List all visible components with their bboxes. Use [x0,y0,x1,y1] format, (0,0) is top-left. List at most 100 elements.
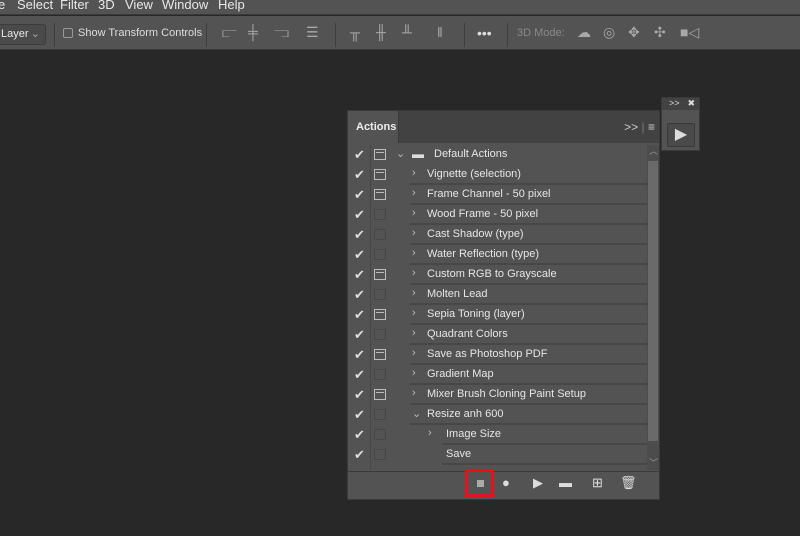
toggle-check-icon[interactable]: ✔ [354,267,368,283]
toggle-check-icon[interactable]: ✔ [354,367,368,383]
collapse-icon[interactable]: >> [624,120,638,134]
new-action-button[interactable]: ⊞ [592,475,603,491]
align-bottom-icon[interactable]: ╨ [402,24,412,40]
menu-filter[interactable]: Filter [60,0,89,12]
chevron-down-icon[interactable]: ⌄ [412,407,421,420]
dialog-toggle-icon[interactable] [374,309,386,320]
toggle-check-icon[interactable]: ✔ [354,147,368,163]
action-row[interactable]: ✔ › Vignette (selection) [350,165,647,185]
delete-button[interactable]: 🗑 [620,475,637,491]
align-vcenter-icon[interactable]: ╫ [376,24,386,40]
show-transform-label[interactable]: Show Transform Controls [78,27,202,39]
action-row[interactable]: ✔ › Water Reflection (type) [350,245,647,265]
chevron-right-icon[interactable]: › [428,427,432,439]
new-set-button[interactable]: ▬ [559,475,572,490]
menu-select[interactable]: Select [17,0,53,12]
panel-menu-icon[interactable]: ≡ [648,120,655,134]
align-hcenter-icon[interactable]: ╪ [248,24,258,40]
align-right-icon[interactable]: ⫎ [274,24,289,41]
chevron-right-icon[interactable]: › [412,167,416,179]
tab-actions[interactable]: Actions [348,111,399,143]
slide-icon[interactable]: ✣ [654,24,666,41]
align-top-icon[interactable]: ╥ [350,24,360,40]
action-row[interactable]: ✔ › Gradient Map [350,365,647,385]
chevron-right-icon[interactable]: › [412,267,416,279]
toggle-check-icon[interactable]: ✔ [354,227,368,243]
toggle-check-icon[interactable]: ✔ [354,247,368,263]
chevron-right-icon[interactable]: › [412,207,416,219]
toggle-check-icon[interactable]: ✔ [354,387,368,403]
scrollbar[interactable]: ︿ ﹀ [647,145,659,470]
scroll-thumb[interactable] [648,161,658,441]
show-transform-checkbox[interactable] [63,28,73,38]
toggle-check-icon[interactable]: ✔ [354,167,368,183]
toggle-check-icon[interactable]: ✔ [354,307,368,323]
action-row[interactable]: ✔ › Custom RGB to Grayscale [350,265,647,285]
dialog-toggle-icon[interactable] [374,369,386,380]
chevron-right-icon[interactable]: › [412,327,416,339]
chevron-right-icon[interactable]: › [412,387,416,399]
chevron-right-icon[interactable]: › [412,287,416,299]
action-row[interactable]: ✔ Save [350,445,647,465]
toggle-check-icon[interactable]: ✔ [354,187,368,203]
dialog-toggle-icon[interactable] [374,269,386,280]
more-options-button[interactable]: ••• [477,25,492,41]
dialog-toggle-icon[interactable] [374,189,386,200]
action-row[interactable]: ✔ › Molten Lead [350,285,647,305]
dialog-toggle-icon[interactable] [374,449,386,460]
toggle-check-icon[interactable]: ✔ [354,447,368,463]
chevron-right-icon[interactable]: › [412,347,416,359]
dialog-toggle-icon[interactable] [374,229,386,240]
dialog-toggle-icon[interactable] [374,249,386,260]
action-row[interactable]: ✔ › Cast Shadow (type) [350,225,647,245]
toggle-check-icon[interactable]: ✔ [354,287,368,303]
toggle-check-icon[interactable]: ✔ [354,347,368,363]
chevron-right-icon[interactable]: › [412,227,416,239]
chevron-right-icon[interactable]: › [412,307,416,319]
action-row[interactable]: ✔ › Mixer Brush Cloning Paint Setup [350,385,647,405]
menu-help[interactable]: Help [218,0,245,12]
dialog-toggle-icon[interactable] [374,209,386,220]
dialog-toggle-icon[interactable] [374,429,386,440]
action-row[interactable]: ✔ ⌄ ▬ Default Actions [350,145,647,165]
toggle-check-icon[interactable]: ✔ [354,427,368,443]
scroll-down-icon[interactable]: ﹀ [649,456,658,469]
dialog-toggle-icon[interactable] [374,409,386,420]
stop-recording-button[interactable] [465,469,494,497]
action-row[interactable]: ✔ › Quadrant Colors [350,325,647,345]
chevron-right-icon[interactable]: › [412,367,416,379]
toggle-check-icon[interactable]: ✔ [354,407,368,423]
menu-file[interactable]: e [0,0,5,12]
scroll-up-icon[interactable]: ︿ [649,144,658,157]
dialog-toggle-icon[interactable] [374,289,386,300]
action-row[interactable]: ✔ › Image Size [350,425,647,445]
dialog-toggle-icon[interactable] [374,169,386,180]
action-row[interactable]: ✔ › Sepia Toning (layer) [350,305,647,325]
record-button[interactable]: ● [502,475,510,490]
chevron-right-icon[interactable]: › [412,187,416,199]
action-row[interactable]: ✔ ⌄ Resize anh 600 [350,405,647,425]
pan-icon[interactable]: ✥ [628,24,640,41]
camera-icon[interactable]: ■◁ [680,24,699,41]
action-row[interactable]: ✔ › Wood Frame - 50 pixel [350,205,647,225]
orbit-icon[interactable]: ☁ [577,24,591,41]
roll-icon[interactable]: ◎ [603,24,615,41]
distribute-vertical-icon[interactable]: ‖ [437,24,443,40]
actions-panel-button[interactable]: ▶ [667,123,695,147]
menu-view[interactable]: View [125,0,153,12]
align-left-icon[interactable]: ⫍ [222,24,237,41]
action-row[interactable]: ✔ › Frame Channel - 50 pixel [350,185,647,205]
toggle-check-icon[interactable]: ✔ [354,207,368,223]
action-row[interactable]: ✔ › Save as Photoshop PDF [350,345,647,365]
dialog-toggle-icon[interactable] [374,349,386,360]
dialog-toggle-icon[interactable] [374,329,386,340]
toggle-check-icon[interactable]: ✔ [354,327,368,343]
expand-icon[interactable]: >> [669,98,680,108]
menu-3d[interactable]: 3D [98,0,115,12]
menu-window[interactable]: Window [162,0,208,12]
distribute-icon[interactable]: ☰ [306,24,319,41]
play-selection-button[interactable]: ▶ [533,475,543,491]
auto-select-dropdown[interactable]: Layer ⌄ [0,24,46,45]
chevron-down-icon[interactable]: ⌄ [396,147,405,160]
dialog-toggle-icon[interactable] [374,149,386,160]
